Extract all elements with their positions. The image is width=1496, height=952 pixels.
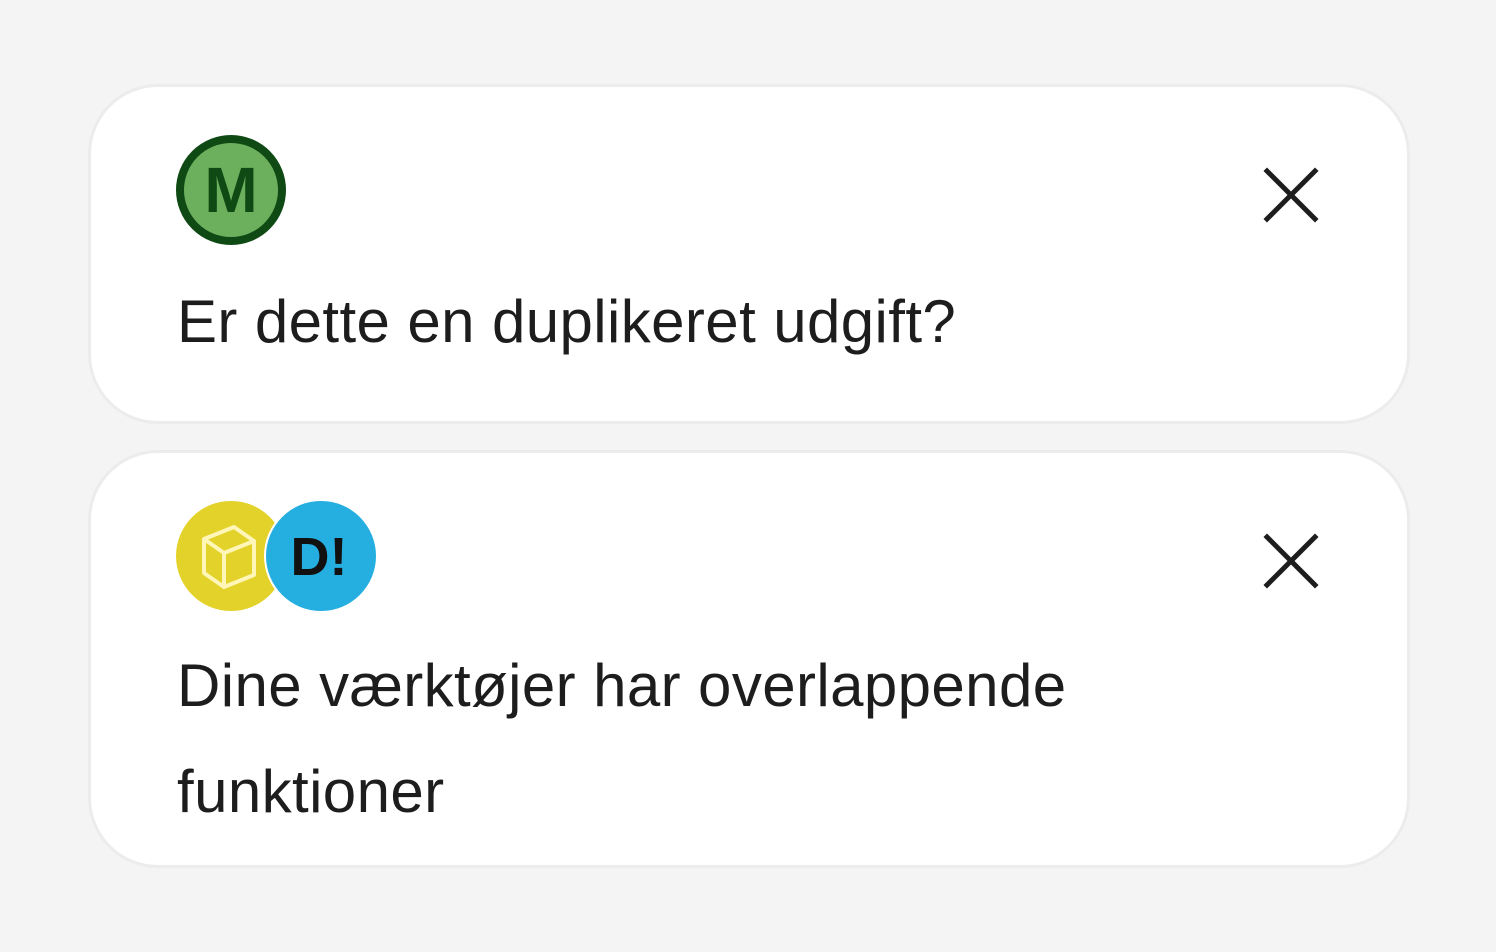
d-exclaim-letter: D! [291,527,348,587]
d-exclaim-icon: D! [266,501,376,611]
notification-message: Dine værktøjer har overlappende funktion… [177,652,1067,825]
m-letter: M [204,154,257,226]
notification-card-overlapping-tools: D! Dine værktøjer har overlappende funkt… [88,450,1410,868]
close-button[interactable] [1261,531,1321,591]
close-icon [1263,533,1319,589]
close-icon [1263,167,1319,223]
notification-card-duplicate-expense: M Er dette en duplikeret udgift? [88,84,1410,424]
close-button[interactable] [1261,165,1321,225]
notification-message: Er dette en duplikeret udgift? [177,288,957,355]
m-circle-icon: M [176,135,286,245]
